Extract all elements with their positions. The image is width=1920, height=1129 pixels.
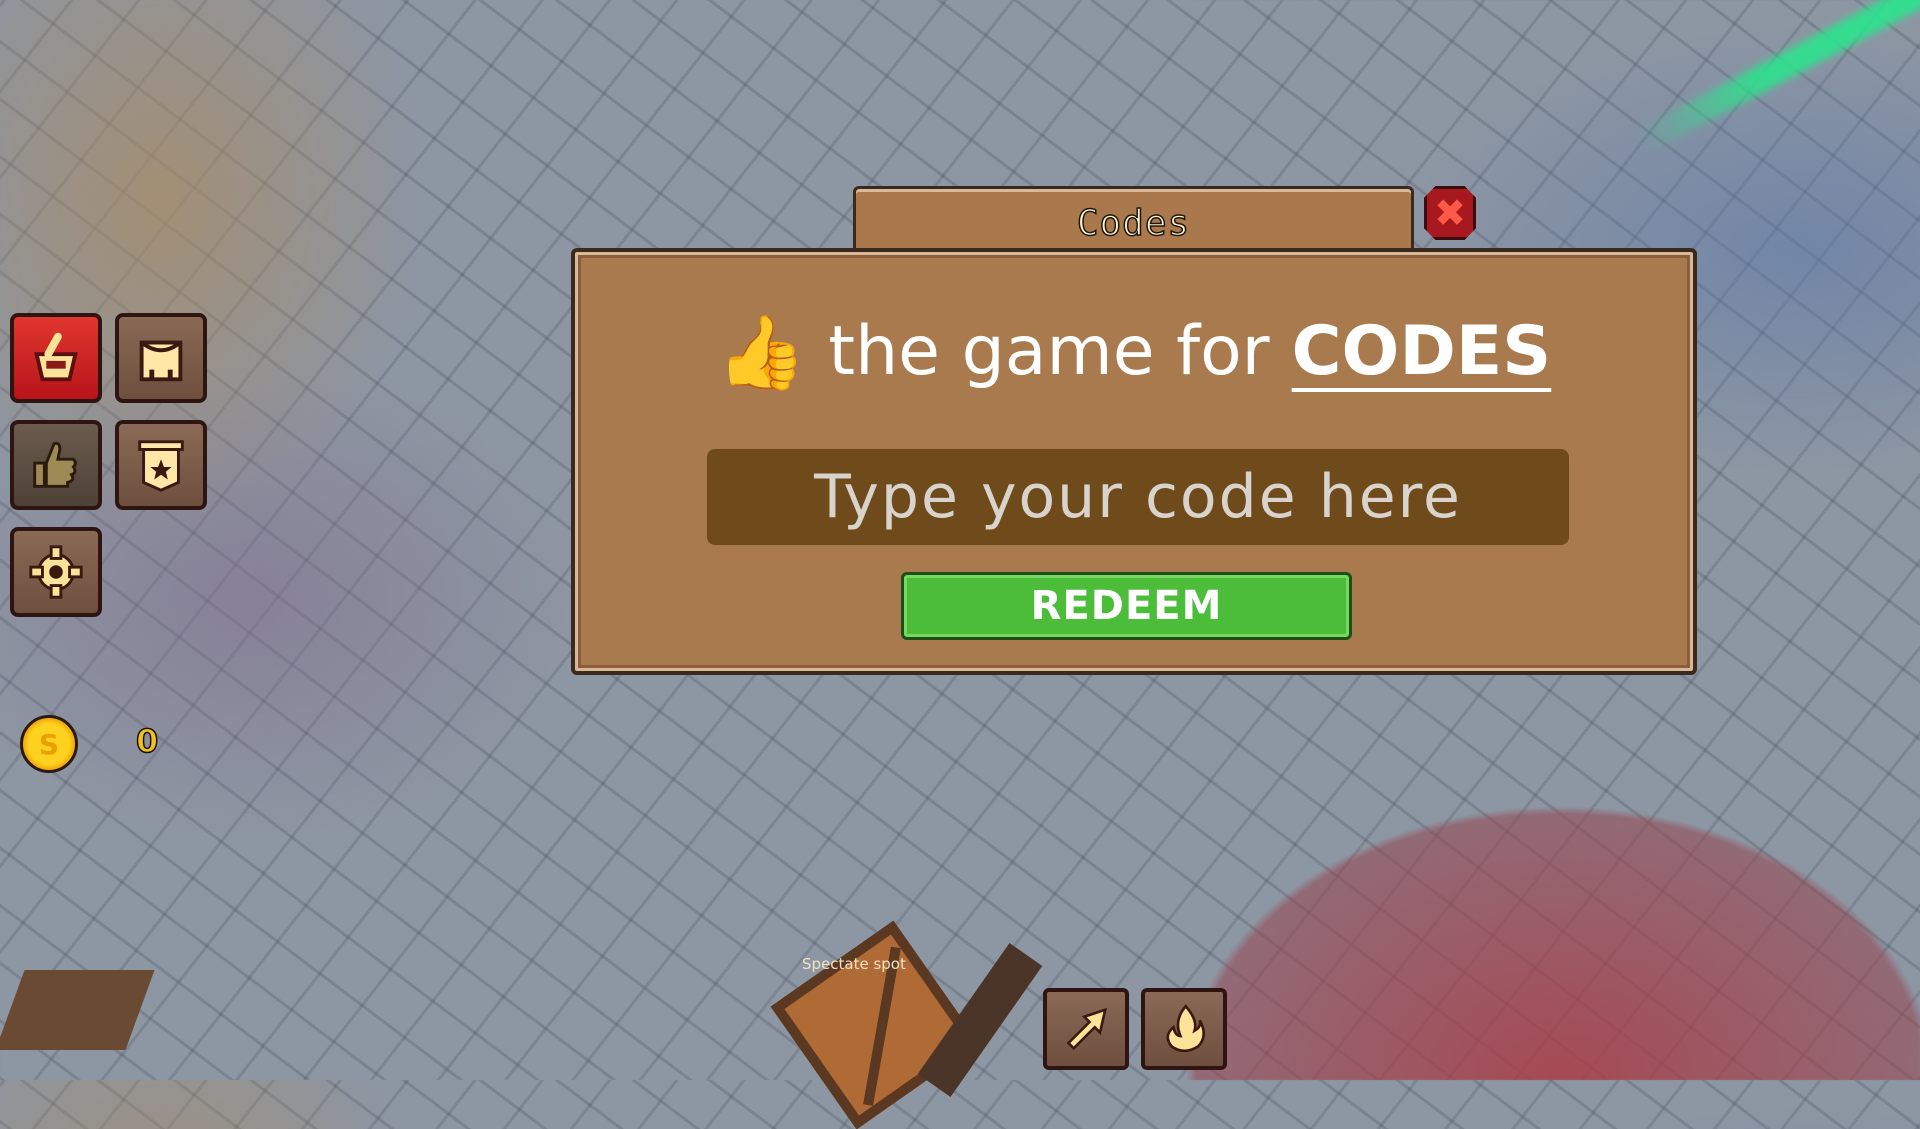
thumbs-up-icon xyxy=(33,441,77,488)
codes-menu-button[interactable] xyxy=(10,420,102,510)
rewards-button[interactable] xyxy=(115,420,207,510)
coin-count: 0 xyxy=(135,721,159,761)
thumbs-up-icon: 👍 xyxy=(716,309,807,394)
codes-heading: 👍 the game for CODES xyxy=(575,312,1693,391)
codes-dialog-panel: 👍 the game for CODES REDEEM xyxy=(571,248,1697,675)
redeem-button[interactable]: REDEEM xyxy=(901,572,1352,640)
codes-dialog-title: Codes xyxy=(1076,202,1191,245)
gear-icon xyxy=(29,545,83,599)
close-button[interactable]: ✖ xyxy=(1424,186,1476,240)
heading-codes-emphasis: CODES xyxy=(1291,312,1552,391)
flame-icon xyxy=(1166,1004,1205,1053)
shop-button[interactable] xyxy=(10,313,102,403)
wooden-crate xyxy=(770,920,980,1129)
green-beam-effect xyxy=(1633,0,1920,155)
fire-ability-button[interactable] xyxy=(1141,988,1227,1070)
settings-button[interactable] xyxy=(10,527,102,617)
spectate-spot-label: Spectate spot xyxy=(802,955,906,973)
codes-dialog-title-tab: Codes xyxy=(853,186,1414,250)
shopping-basket-icon xyxy=(34,332,78,382)
dash-ability-button[interactable] xyxy=(1043,988,1129,1070)
heading-text: the game for xyxy=(828,312,1270,391)
wooden-plank xyxy=(0,970,155,1050)
banner-star-icon xyxy=(138,440,184,492)
backpack-icon xyxy=(139,340,183,382)
code-input[interactable] xyxy=(707,449,1569,545)
inventory-button[interactable] xyxy=(115,313,207,403)
close-x-icon: ✖ xyxy=(1434,191,1466,235)
arrow-dash-icon xyxy=(1066,1007,1108,1051)
coin-icon: S xyxy=(20,715,78,773)
